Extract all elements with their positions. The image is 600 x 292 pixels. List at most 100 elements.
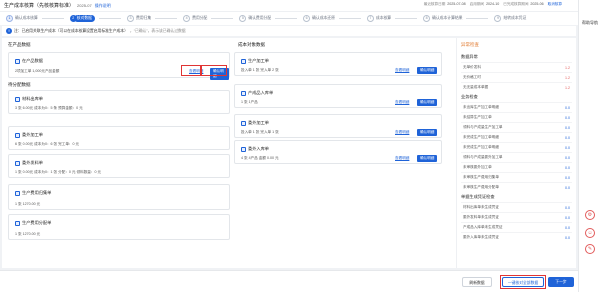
step-item[interactable]: 7 成本核算 <box>366 15 418 22</box>
check-row[interactable]: 委外发料单未生成凭证 0.0 <box>461 212 572 222</box>
refresh-button[interactable]: 刷新数据 <box>462 277 492 287</box>
check-row[interactable]: 领料与产成量委外加工单 0.0 <box>461 152 572 162</box>
view-details-button[interactable]: 查看明细 <box>395 100 409 105</box>
header-meta-item[interactable]: 取消核算 <box>548 2 562 7</box>
help-rail: 帮助导航 ⚙ ☺ ✎ <box>578 0 600 292</box>
confirm-details-button[interactable]: 确认明细 <box>417 67 438 74</box>
step-number: 6 <box>303 15 311 22</box>
step-label: 确认成本还原 <box>312 16 335 20</box>
step-number: 3 <box>126 15 134 22</box>
notice-tail: ，“已确认”，表示该已确认过数据 <box>129 28 186 33</box>
check-row[interactable]: 未结算生产加工单 0.0 <box>461 112 572 122</box>
check-row[interactable]: 未完成生产加工单明细 0.0 <box>461 142 572 152</box>
panel-section-heading: 数据异常 <box>461 54 478 59</box>
service-icon[interactable]: ☺ <box>585 228 595 238</box>
check-row[interactable]: 产成品入库单未生成凭证 0.0 <box>461 222 572 232</box>
step-item[interactable]: 8 确认成本计算结果 <box>423 15 489 22</box>
confirm-details-button[interactable]: 确认明细 <box>417 155 438 162</box>
step-item[interactable]: 9 结转成本凭证 <box>494 15 526 22</box>
document-icon <box>241 90 246 96</box>
check-label: 无价格工时 <box>463 75 481 79</box>
card-title: 委外加工单 <box>22 132 43 137</box>
document-icon <box>15 58 20 64</box>
data-card: 委外发料单 1 张 0.00元 成本为0：1 张 分配：0 元 领料数量：0 元 <box>8 154 230 178</box>
step-label: 成本核算 <box>375 16 392 20</box>
card-title: 生产费用分配单 <box>22 220 52 225</box>
step-number: 7 <box>366 15 374 22</box>
step-item[interactable]: 1 确认成本核算 <box>6 15 64 22</box>
step-item[interactable]: 5 确认费用分配 <box>239 15 298 22</box>
step-label: 确认成本计算结果 <box>432 16 463 20</box>
check-row[interactable]: 委外入库单未生成凭证 0.0 <box>461 232 572 242</box>
check-row[interactable]: 未审核委外加工单 0.0 <box>461 162 572 172</box>
help-nav-label[interactable]: 帮助导航 <box>581 20 599 25</box>
step-connector <box>41 18 64 19</box>
view-details-button[interactable]: 查看明细 <box>395 68 409 73</box>
help-link[interactable]: 操作说明 <box>95 3 111 9</box>
check-label: 未出库生产加工单明细 <box>463 105 499 109</box>
wip-card-title: 在产品数据 <box>22 58 43 63</box>
check-status: 0.0 <box>565 115 570 120</box>
check-status: 0.0 <box>565 235 570 240</box>
header-meta: 最近核算日期 2025-07-08 启用期间 2024-10 已完成核算期间 2025-0… <box>424 2 562 7</box>
settings-icon[interactable]: ⚙ <box>585 210 595 220</box>
meta-value: 2024-10 <box>486 2 500 6</box>
check-label: 领料与产成量委外加工单 <box>463 155 503 159</box>
data-card: 委外加工单 6 张 0.00元 成本为0：6 张 完工单：0 元 <box>8 126 230 150</box>
check-label: 无无量成本单据 <box>463 85 489 89</box>
step-item[interactable]: 6 确认成本还原 <box>303 15 361 22</box>
info-icon: ! <box>6 28 12 34</box>
card-title: 生产加工单 <box>248 58 269 63</box>
data-card: 材料出库单 3 张 6.00元 成本为0：5 条 预算金额：0 元 <box>8 90 230 114</box>
check-status: 0.0 <box>565 165 570 170</box>
check-row[interactable]: 未出库生产加工单明细 0.0 <box>461 102 572 112</box>
footer-bar: 刷新数据 一键核对全部数据 下一步 <box>0 270 578 292</box>
document-icon <box>241 146 246 152</box>
check-row[interactable]: 未审核生产费用归集单 0.0 <box>461 172 572 182</box>
step-item[interactable]: 2核对数据 <box>69 15 121 22</box>
header-bar: 生产成本核算（先核核算标准） 2025-07 操作说明 最近核算日期 2025-0… <box>0 0 600 11</box>
check-row[interactable]: 无单价发料 1.2 <box>461 62 572 72</box>
check-status: 0.0 <box>565 205 570 210</box>
document-icon <box>15 132 20 138</box>
confirm-details-button[interactable]: 确认明细 <box>417 99 438 106</box>
check-row[interactable]: 无价格工时 1.2 <box>461 72 572 82</box>
step-label: 确认费用分配 <box>248 16 272 20</box>
check-row[interactable]: 无无量成本单据 1.2 <box>461 82 572 92</box>
check-label: 无单价发料 <box>463 65 481 69</box>
check-row[interactable]: 未完成生产加工单明细 0.0 <box>461 132 572 142</box>
step-item[interactable]: 3 费用归集 <box>126 15 178 22</box>
check-row[interactable]: 材料出库单未生成凭证 0.0 <box>461 202 572 212</box>
step-item[interactable]: 4 费用分配 <box>183 15 234 22</box>
check-label: 未审核委外加工单 <box>463 165 492 169</box>
view-details-button[interactable]: 查看明细 <box>395 130 409 135</box>
data-card: 生产费用分配单 1 张 1270.00 元 <box>8 214 230 240</box>
highlight-box <box>181 65 201 76</box>
view-details-button[interactable]: 查看明细 <box>395 156 409 161</box>
main-content: 在产品数据 在产品数据 2项加工单 1,000元产品金额 查看明细 确认明细 待… <box>2 38 576 268</box>
exception-panel: 异常检查 数据异常 无单价发料 1.2 无价格工时 1.2 无无量成本单据 1.2 业务检查未… <box>456 38 576 268</box>
next-step-button[interactable]: 下一步 <box>548 277 574 287</box>
check-row[interactable]: 未审核生产费用分配单 0.0 <box>461 182 572 192</box>
step-connector <box>155 18 178 19</box>
panel-section-heading: 业务检查 <box>461 94 478 99</box>
document-icon <box>15 96 20 102</box>
step-connector <box>275 18 298 19</box>
step-number: 4 <box>183 15 191 22</box>
step-number: 5 <box>239 15 247 22</box>
check-label: 材料出库单未生成凭证 <box>463 205 499 209</box>
confirm-details-button[interactable]: 确认明细 <box>417 129 438 136</box>
card-title: 产成品入库单 <box>248 90 274 95</box>
card-summary: 投入单 1 张 完入单 2 张 <box>241 68 279 72</box>
check-status: 1.2 <box>565 75 570 80</box>
check-row[interactable]: 领料与产成量生产加工单 0.0 <box>461 122 572 132</box>
check-status: 0.0 <box>565 105 570 110</box>
feedback-icon[interactable]: ✎ <box>585 244 595 254</box>
step-label: 核对数据 <box>73 15 95 22</box>
meta-value: 取消核算 <box>547 2 562 6</box>
meta-value: 2025-07-08 <box>447 2 466 6</box>
step-number: 9 <box>494 15 502 22</box>
header-meta-item: 已完成核算期间 2025-06 <box>503 2 543 7</box>
wip-card-value: 2项加工单 1,000元产品金额 <box>15 69 60 73</box>
card-title: 委外加工单 <box>248 120 269 125</box>
